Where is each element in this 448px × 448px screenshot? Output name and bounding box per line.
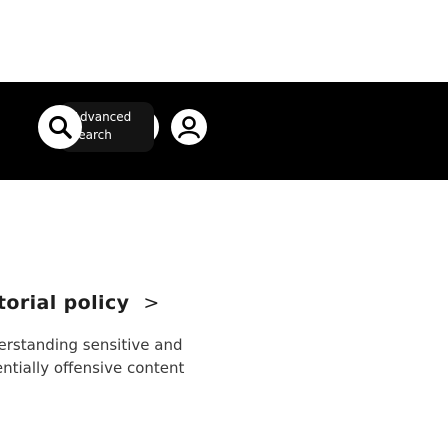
description-line-1: derstanding sensitive and	[0, 336, 183, 354]
editorial-policy-description: derstanding sensitive and tentially offe…	[0, 334, 288, 380]
user-icon	[178, 116, 200, 139]
page: Advanced search itorial policy > derstan…	[0, 0, 448, 448]
advanced-search-button[interactable]: Advanced search	[38, 102, 188, 152]
editorial-policy-title: itorial policy	[0, 292, 130, 314]
advanced-search-label: Advanced search	[72, 108, 131, 144]
search-icon	[49, 116, 72, 139]
description-line-2: tentially offensive content	[0, 359, 185, 377]
header-bar: Advanced search	[0, 82, 448, 180]
editorial-policy-link[interactable]: itorial policy >	[0, 288, 160, 318]
advanced-search-label-line1: Advanced	[72, 110, 132, 124]
account-button[interactable]	[171, 109, 207, 145]
chevron-right-icon: >	[143, 292, 160, 314]
advanced-search-label-line2: search	[72, 128, 112, 142]
